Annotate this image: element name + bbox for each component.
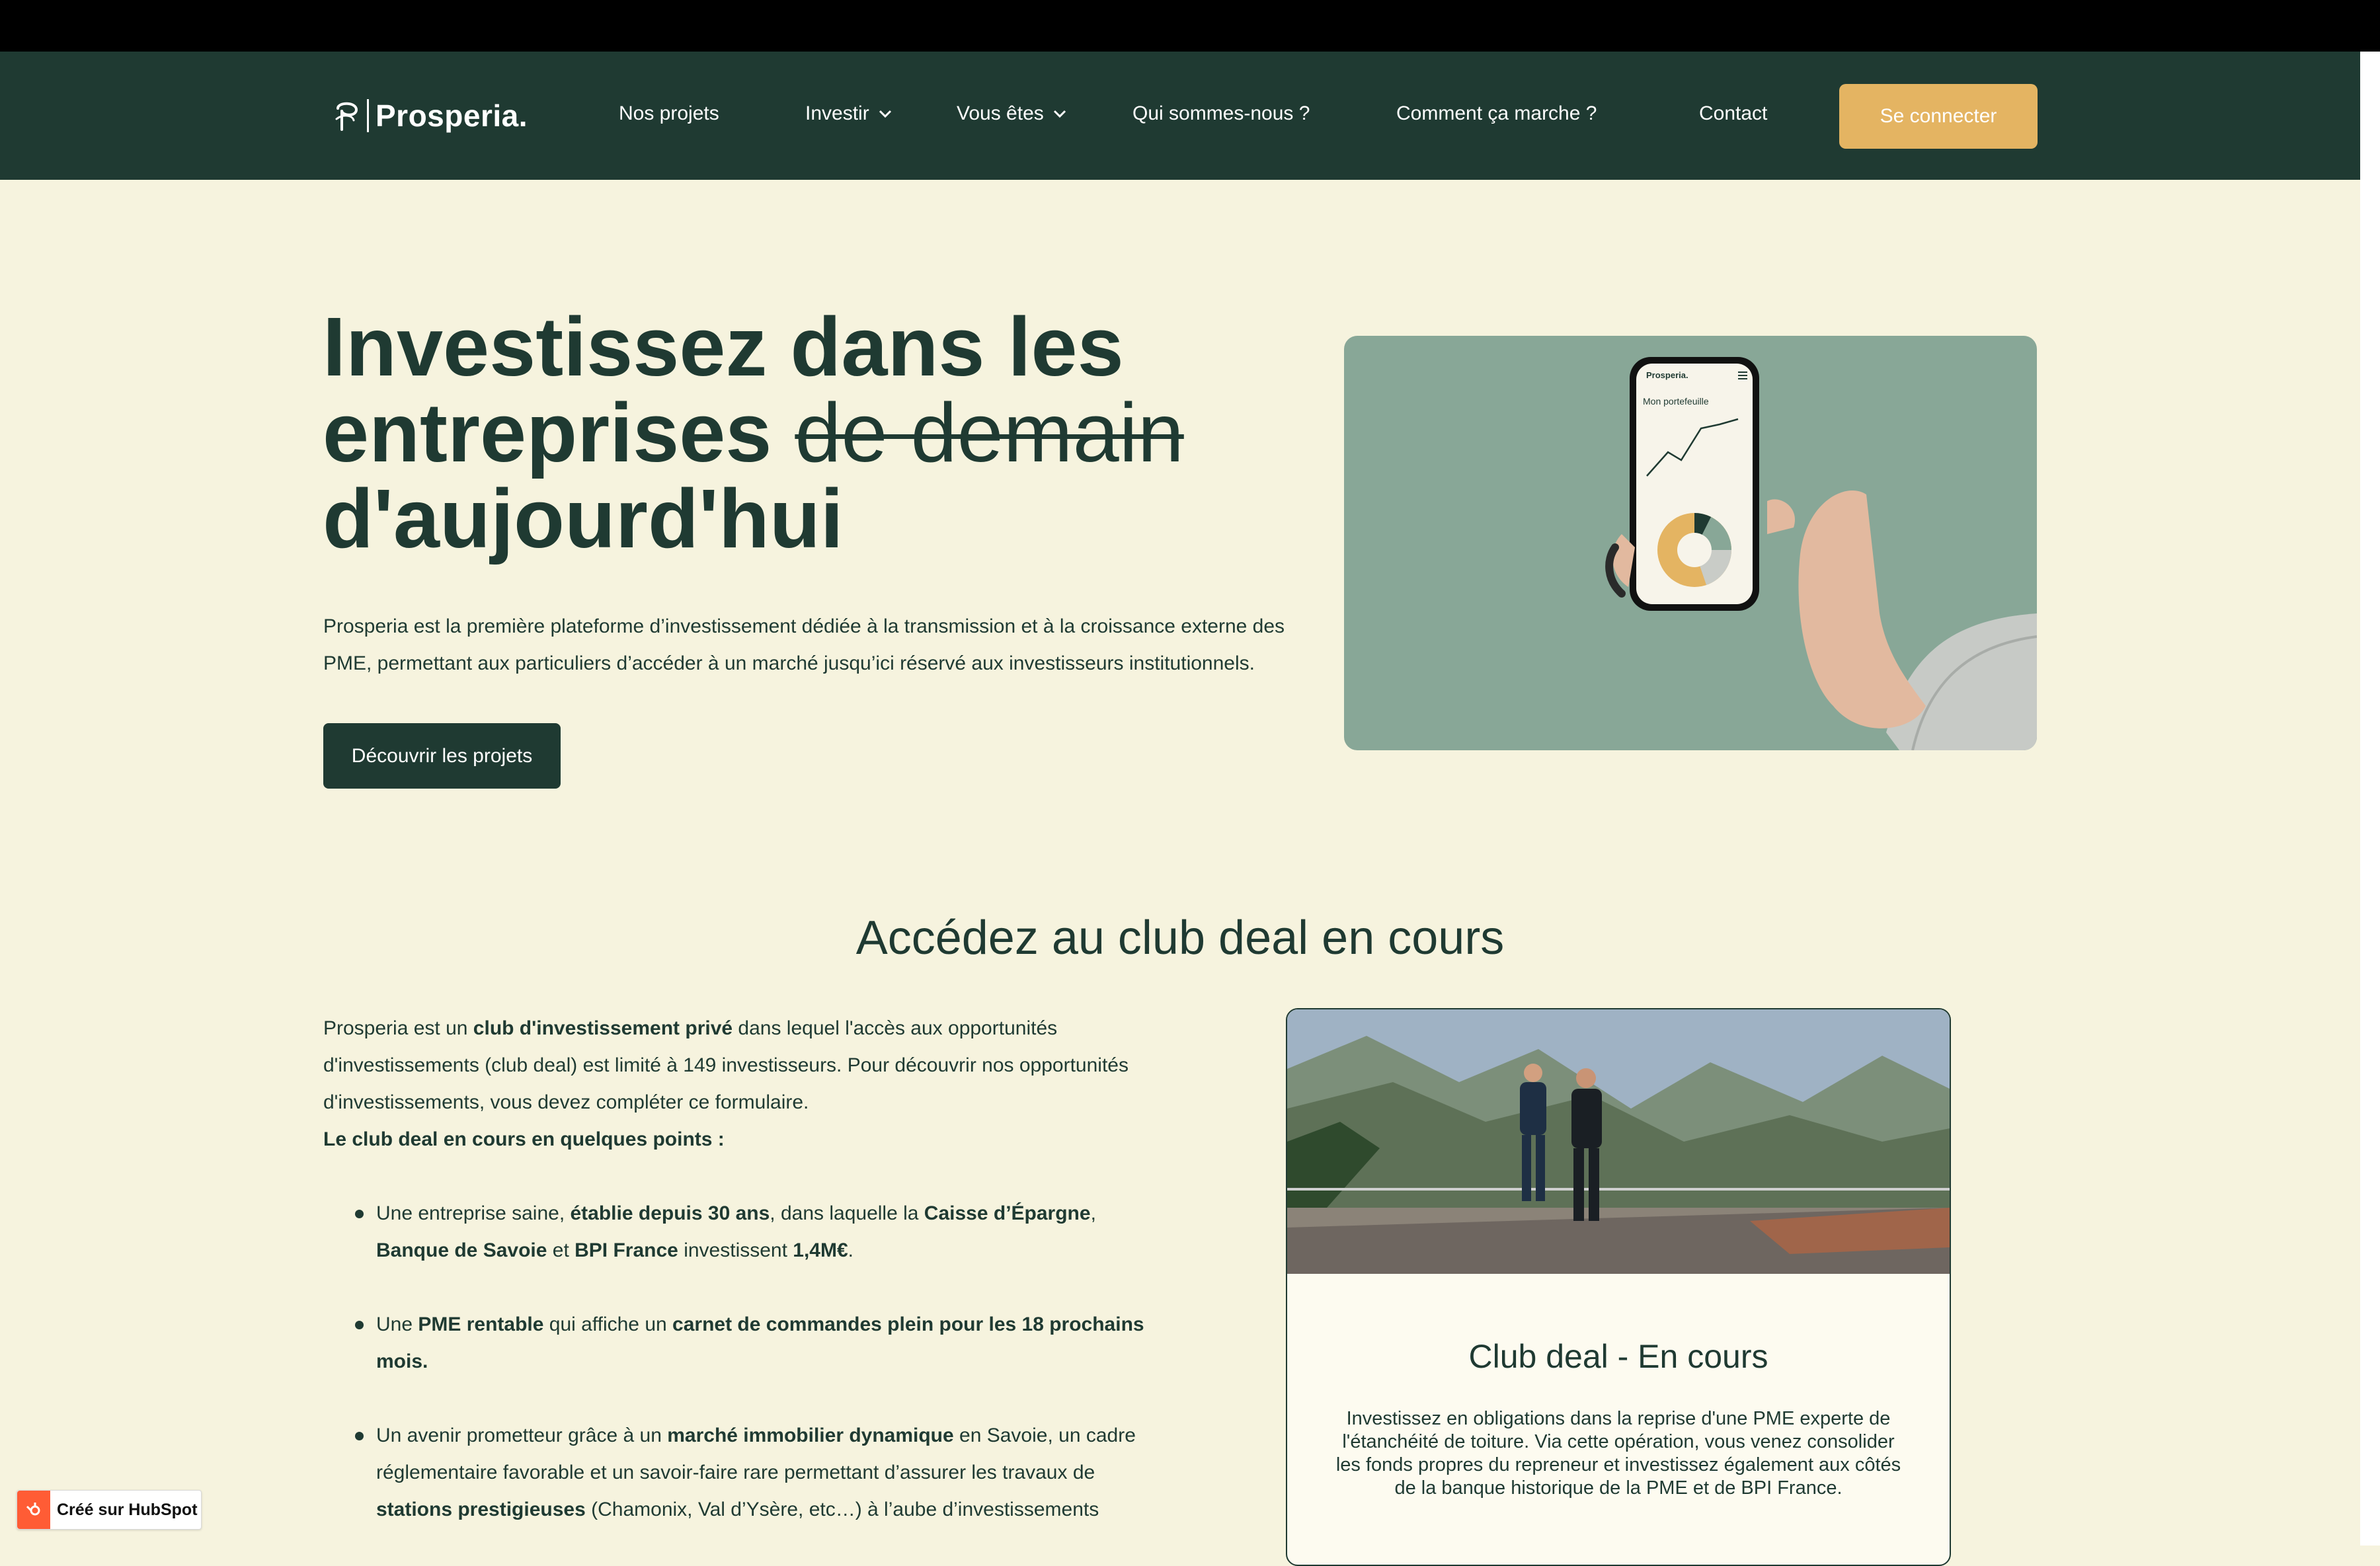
- club-points-heading-text: Le club deal en cours en quelques points…: [323, 1128, 725, 1150]
- bullet-text: Une: [376, 1313, 418, 1335]
- nav-item-comment-ca-marche[interactable]: Comment ça marche ?: [1396, 102, 1597, 125]
- club-intro: Prosperia est un club d'investissement p…: [323, 1010, 1170, 1121]
- bullet-text: Une entreprise saine,: [376, 1202, 571, 1224]
- brand-logo[interactable]: Prosperia.: [334, 98, 528, 134]
- list-item: Une PME rentable qui affiche un carnet d…: [323, 1306, 1170, 1380]
- club-intro-text: Prosperia est un: [323, 1017, 473, 1039]
- logo-divider: [367, 99, 369, 132]
- bullet-text: qui affiche un: [543, 1313, 673, 1335]
- bullet-text: investissent: [678, 1239, 793, 1261]
- phone-brand: Prosperia.: [1646, 370, 1688, 380]
- bullet-bold: Caisse d’Épargne: [924, 1202, 1091, 1224]
- bullet-bold: stations prestigieuses: [376, 1499, 586, 1520]
- club-intro-bold: club d'investissement privé: [473, 1017, 733, 1039]
- roof-workers-photo: [1287, 1009, 1950, 1274]
- bullet-text: (Chamonix, Val d’Ysère, etc…) à l’aube d…: [585, 1499, 1099, 1520]
- club-points-heading: Le club deal en cours en quelques points…: [323, 1121, 1170, 1158]
- scrollbar-track[interactable]: [2360, 52, 2380, 1546]
- chevron-down-icon: [1053, 110, 1066, 118]
- hand-holding-phone-illustration: Prosperia. Mon portefeuille: [1605, 357, 2037, 750]
- deal-card-title: Club deal - En cours: [1468, 1338, 1768, 1375]
- bullet-text: Un avenir prometteur grâce à un: [376, 1425, 668, 1446]
- hero-description: Prosperia est la première plateforme d’i…: [323, 615, 1285, 674]
- hubspot-label: Créé sur HubSpot: [57, 1500, 198, 1519]
- bullet-text: .: [848, 1239, 854, 1261]
- club-section-title: Accédez au club deal en cours: [855, 912, 1505, 964]
- login-button[interactable]: Se connecter: [1839, 84, 2038, 149]
- nav-item-label: Nos projets: [619, 102, 719, 124]
- hero-title: Investissez dans les entreprises de dema…: [323, 304, 1314, 562]
- bullet-text: ,: [1090, 1202, 1096, 1224]
- brand-name: Prosperia.: [376, 98, 528, 133]
- nav-item-investir[interactable]: Investir: [805, 102, 893, 125]
- phone-screen-title: Mon portefeuille: [1643, 396, 1709, 407]
- bullet-bold: marché immobilier dynamique: [667, 1425, 954, 1446]
- hero-title-line1: Investissez dans les: [323, 300, 1124, 393]
- nav-item-qui-sommes-nous[interactable]: Qui sommes-nous ?: [1132, 102, 1310, 125]
- chevron-down-icon: [879, 110, 891, 118]
- hero-phone-image: Prosperia. Mon portefeuille: [1344, 336, 2037, 750]
- bullet-text: , dans laquelle la: [770, 1202, 924, 1224]
- bullet-bold: BPI France: [575, 1239, 678, 1261]
- list-item: Une entreprise saine, établie depuis 30 …: [323, 1195, 1170, 1269]
- hubspot-icon: [17, 1491, 50, 1529]
- nav-item-label: Comment ça marche ?: [1396, 102, 1597, 124]
- nav-item-contact[interactable]: Contact: [1699, 102, 1767, 125]
- club-points-list: Une entreprise saine, établie depuis 30 …: [323, 1195, 1170, 1528]
- hero-title-struck: de demain: [795, 386, 1184, 479]
- bullet-text: et: [547, 1239, 575, 1261]
- nav-item-vous-etes[interactable]: Vous êtes: [957, 102, 1068, 125]
- bullet-bold: Banque de Savoie: [376, 1239, 547, 1261]
- club-deal-card[interactable]: Club deal - En cours Investissez en obli…: [1286, 1008, 1951, 1566]
- nav-item-label: Investir: [805, 102, 869, 124]
- hubspot-badge[interactable]: Créé sur HubSpot: [17, 1490, 202, 1530]
- nav-item-nos-projets[interactable]: Nos projets: [619, 102, 719, 125]
- club-description: Prosperia est un club d'investissement p…: [323, 1010, 1170, 1565]
- nav-item-label: Vous êtes: [957, 102, 1044, 124]
- bullet-bold: établie depuis 30 ans: [570, 1202, 770, 1224]
- discover-projects-button[interactable]: Découvrir les projets: [323, 723, 561, 789]
- hero-title-line2: entreprises: [323, 386, 772, 479]
- hero-title-line3: d'aujourd'hui: [323, 472, 844, 565]
- list-item: Un avenir prometteur grâce à un marché i…: [323, 1417, 1170, 1528]
- bullet-bold: PME rentable: [418, 1313, 544, 1335]
- deal-card-description: Investissez en obligations dans la repri…: [1335, 1408, 1901, 1499]
- nav-item-label: Qui sommes-nous ?: [1132, 102, 1310, 124]
- browser-top-bar: [0, 0, 2380, 52]
- prosperia-logo-icon: [335, 102, 358, 131]
- nav-item-label: Contact: [1699, 102, 1768, 124]
- bullet-bold: 1,4M€: [793, 1239, 848, 1261]
